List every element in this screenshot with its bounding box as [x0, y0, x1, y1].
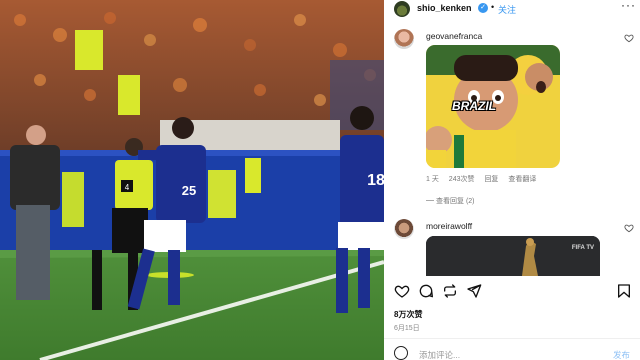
comment-video-thumbnail[interactable]: FIFA TV [426, 236, 600, 276]
post-date: 6月15日 [394, 325, 420, 332]
translate-button[interactable]: 查看翻译 [508, 176, 536, 183]
commenter-username[interactable]: geovanefranca [426, 31, 482, 41]
replies-divider [426, 200, 434, 201]
fifa-watermark: FIFA TV [571, 245, 594, 251]
author-username[interactable]: shio_kenken [417, 3, 472, 13]
bookmark-icon[interactable] [616, 283, 632, 299]
comment-time: 1 天 [426, 176, 439, 183]
meme-caption: BRAZIL [452, 99, 496, 113]
player-number-25: 25 [182, 183, 196, 198]
comment-icon[interactable] [418, 283, 434, 299]
heart-icon[interactable] [394, 283, 410, 299]
commenter-username[interactable]: moreirawolff [426, 221, 472, 231]
commenter-avatar[interactable] [394, 219, 414, 239]
comment-like-heart-icon[interactable] [624, 223, 634, 233]
post-panel: shio_kenken ✓ • 关注 ··· geovanefranca BRA… [384, 0, 640, 360]
more-options-icon[interactable]: ··· [621, 0, 636, 12]
post-comment-button[interactable]: 发布 [613, 349, 630, 360]
share-icon[interactable] [466, 283, 482, 299]
reply-button[interactable]: 回复 [484, 176, 498, 183]
post-header: shio_kenken ✓ • 关注 ··· [384, 0, 640, 18]
comment-meme-image[interactable]: BRAZIL [426, 45, 560, 168]
emoji-icon[interactable] [394, 346, 408, 360]
verified-badge-icon: ✓ [478, 3, 488, 13]
post-action-bar [384, 281, 640, 303]
follow-button[interactable]: 关注 [498, 3, 516, 16]
view-replies-button[interactable]: 查看回复 (2) [436, 196, 475, 206]
comment-like-count[interactable]: 243次赞 [449, 176, 475, 183]
comment-input-divider [384, 338, 640, 339]
comment-meta: 1 天 243次赞 回复 查看翻译 [426, 174, 544, 184]
add-comment-input[interactable]: 添加评论... [419, 349, 460, 360]
author-avatar[interactable] [394, 1, 410, 17]
match-photo[interactable]: 4 25 18 [0, 0, 384, 360]
comment-like-heart-icon[interactable] [624, 33, 634, 43]
repost-icon[interactable] [442, 283, 458, 299]
player-number-18: 18 [367, 172, 384, 189]
post-like-count[interactable]: 8万次赞 [394, 309, 422, 320]
commenter-avatar[interactable] [394, 29, 414, 49]
referee-board-number: 4 [125, 183, 130, 192]
separator-dot: • [491, 2, 495, 12]
